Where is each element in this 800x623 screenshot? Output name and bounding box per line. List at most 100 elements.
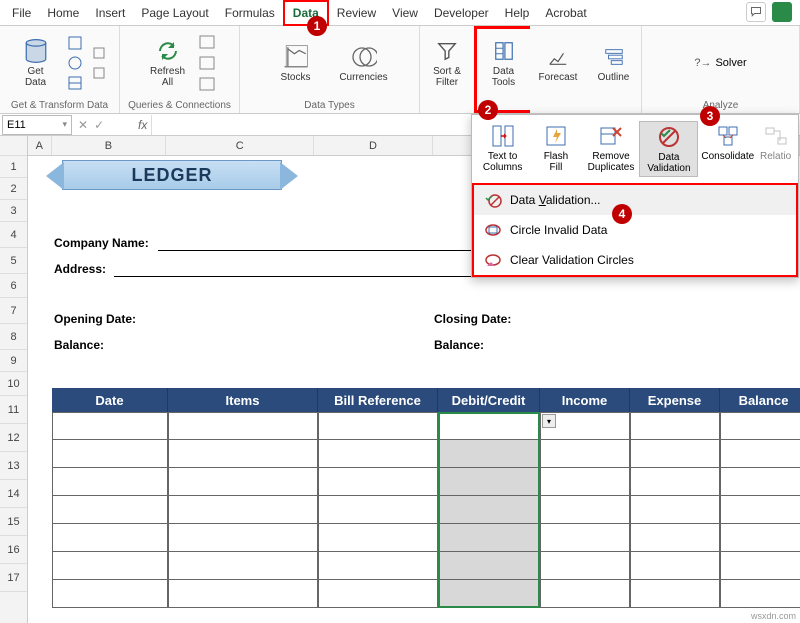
col-header[interactable]: B (52, 136, 167, 155)
ledger-banner: LEDGER (62, 154, 282, 194)
tab-insert[interactable]: Insert (87, 2, 133, 24)
menu-clear-circles[interactable]: Clear Validation Circles (474, 245, 796, 275)
funnel-icon (434, 38, 460, 64)
th-balance: Balance (720, 388, 800, 412)
name-box[interactable]: E11 ▾ (2, 115, 72, 135)
validation-dropdown-icon[interactable]: ▾ (542, 414, 556, 428)
group-queries: Refresh All Queries & Connections (120, 26, 240, 113)
name-box-value: E11 (7, 119, 26, 131)
row-header[interactable]: 6 (0, 274, 27, 298)
row-header[interactable]: 15 (0, 508, 27, 536)
cancel-icon[interactable]: ✕ (78, 118, 88, 132)
properties-icon[interactable] (198, 54, 216, 72)
tab-page-layout[interactable]: Page Layout (133, 2, 216, 24)
data-tools-pane: Text to Columns Flash Fill Remove Duplic… (471, 114, 799, 278)
group-forecast: Forecast (530, 26, 586, 113)
refresh-all-button[interactable]: Refresh All (144, 36, 192, 90)
queries-icon[interactable] (198, 33, 216, 51)
get-data-button[interactable]: Get Data (12, 36, 60, 90)
data-tools-icon (491, 38, 517, 64)
row-header[interactable]: 2 (0, 178, 27, 200)
tab-acrobat[interactable]: Acrobat (537, 2, 594, 24)
menu-data-validation[interactable]: Data Validation... (474, 185, 796, 215)
forecast-label: Forecast (539, 72, 578, 83)
table-row[interactable] (52, 440, 800, 468)
table-row[interactable] (52, 580, 800, 608)
menu-circle-invalid[interactable]: Circle Invalid Data (474, 215, 796, 245)
flash-fill-button[interactable]: Flash Fill (529, 121, 582, 175)
relationships-button: Relatio (757, 121, 794, 164)
tab-developer[interactable]: Developer (426, 2, 497, 24)
table-row[interactable] (52, 524, 800, 552)
row-header[interactable]: 9 (0, 350, 27, 372)
data-validation-menu: Data Validation... Circle Invalid Data C… (472, 185, 798, 277)
relationships-icon (763, 123, 789, 149)
share-button[interactable] (772, 2, 792, 22)
existing-conn-icon[interactable] (90, 64, 108, 82)
row-header[interactable]: 14 (0, 480, 27, 508)
closing-date-label: Closing Date: (434, 312, 511, 326)
row-header[interactable]: 16 (0, 536, 27, 564)
balance-label-2: Balance: (434, 338, 484, 352)
remove-duplicates-button[interactable]: Remove Duplicates (583, 121, 640, 175)
th-billref: Bill Reference (318, 388, 438, 412)
group-label-queries: Queries & Connections (128, 100, 231, 111)
fx-icon[interactable]: fx (134, 118, 151, 132)
row-header[interactable]: 8 (0, 324, 27, 350)
row-header[interactable]: 4 (0, 222, 27, 248)
callout-4: 4 (612, 204, 632, 224)
row-header[interactable]: 3 (0, 200, 27, 222)
col-header[interactable]: C (166, 136, 314, 155)
select-all-corner[interactable] (0, 136, 27, 156)
from-table-icon[interactable] (66, 74, 84, 92)
table-row[interactable] (52, 412, 800, 440)
enter-icon[interactable]: ✓ (94, 118, 104, 132)
col-header[interactable]: D (314, 136, 432, 155)
forecast-button[interactable]: Forecast (537, 42, 579, 85)
table-row[interactable] (52, 468, 800, 496)
row-header[interactable]: 1 (0, 156, 27, 178)
consolidate-icon (715, 123, 741, 149)
col-header[interactable]: A (28, 136, 52, 155)
row-header[interactable]: 17 (0, 564, 27, 592)
tab-formulas[interactable]: Formulas (217, 2, 283, 24)
from-web-icon[interactable] (66, 54, 84, 72)
edit-links-icon[interactable] (198, 75, 216, 93)
address-label: Address: (54, 262, 106, 276)
consolidate-button[interactable]: Consolidate (698, 121, 757, 164)
opening-date-label: Opening Date: (54, 312, 136, 326)
table-row[interactable] (52, 552, 800, 580)
outline-label: Outline (598, 72, 630, 83)
from-text-icon[interactable] (66, 34, 84, 52)
th-date: Date (52, 388, 168, 412)
row-header[interactable]: 11 (0, 396, 27, 424)
data-validation-split-button[interactable]: Data Validation (639, 121, 698, 177)
text-to-columns-button[interactable]: Text to Columns (476, 121, 529, 175)
solver-button[interactable]: ?→ Solver (694, 57, 746, 69)
comments-button[interactable] (746, 2, 766, 22)
sort-filter-button[interactable]: Sort & Filter (426, 36, 468, 90)
row-header[interactable]: 10 (0, 372, 27, 396)
data-tools-button[interactable]: Data Tools (483, 36, 525, 90)
currencies-label: Currencies (339, 72, 387, 83)
get-data-icon (23, 38, 49, 64)
get-data-label: Get Data (25, 66, 46, 88)
remove-duplicates-icon (598, 123, 624, 149)
table-row[interactable] (52, 496, 800, 524)
tab-review[interactable]: Review (329, 2, 384, 24)
row-header[interactable]: 13 (0, 452, 27, 480)
tab-view[interactable]: View (384, 2, 426, 24)
recent-sources-icon[interactable] (90, 44, 108, 62)
stocks-button[interactable]: Stocks (272, 42, 320, 85)
name-box-dropdown-icon[interactable]: ▾ (62, 119, 67, 130)
row-header[interactable]: 5 (0, 248, 27, 274)
tab-home[interactable]: Home (39, 2, 87, 24)
refresh-icon (155, 38, 181, 64)
outline-button[interactable]: Outline (593, 42, 635, 85)
ribbon-tabs: File Home Insert Page Layout Formulas Da… (0, 0, 800, 26)
currencies-button[interactable]: Currencies (340, 42, 388, 85)
tab-file[interactable]: File (4, 2, 39, 24)
tab-help[interactable]: Help (497, 2, 538, 24)
row-header[interactable]: 12 (0, 424, 27, 452)
row-header[interactable]: 7 (0, 298, 27, 324)
